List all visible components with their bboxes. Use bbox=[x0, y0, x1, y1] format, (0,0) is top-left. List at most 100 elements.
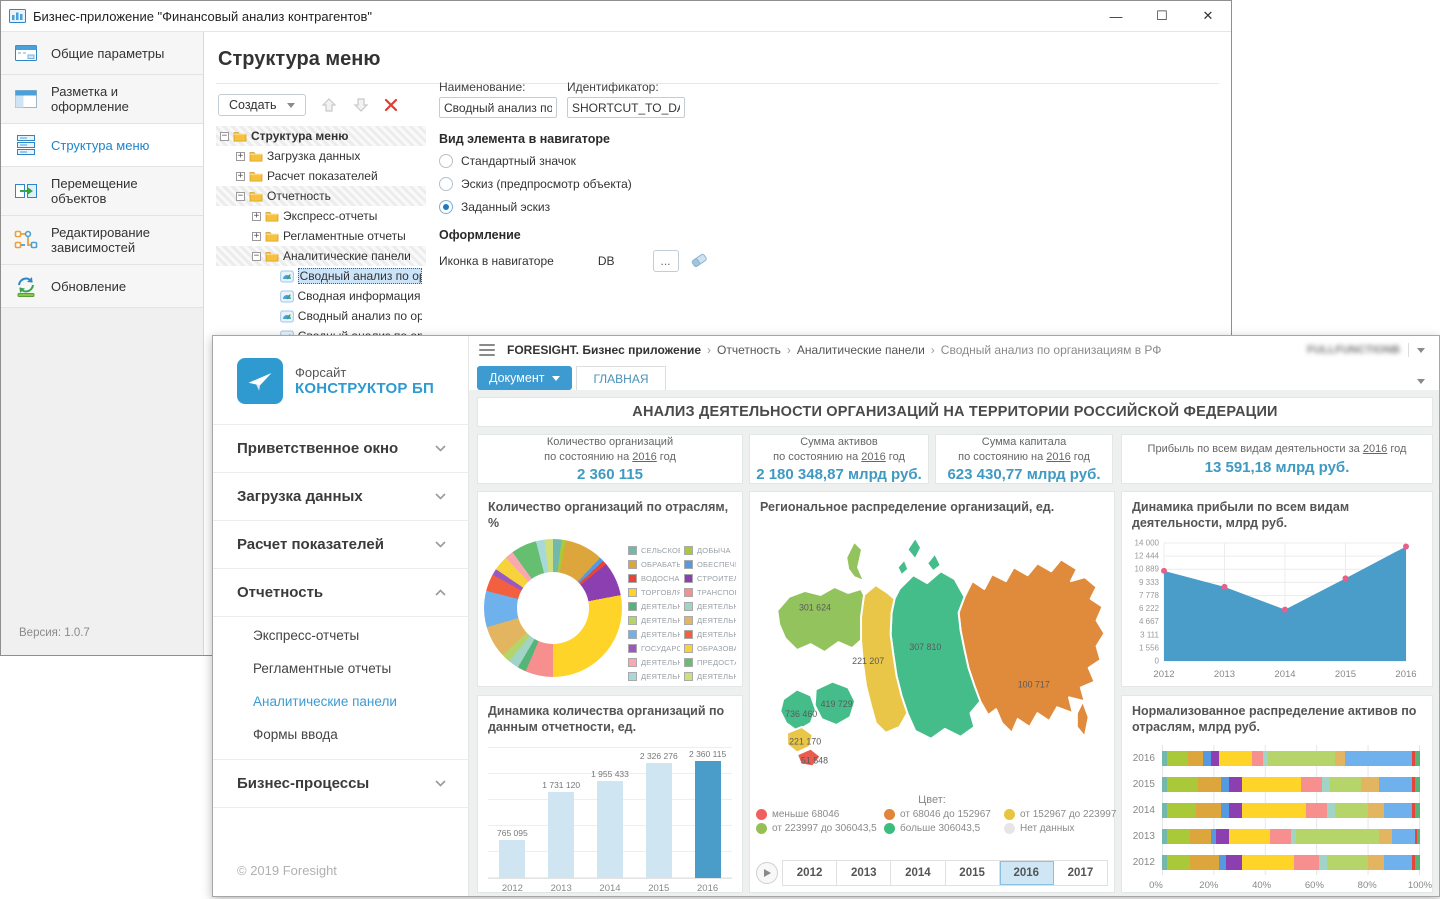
stacked-segment[interactable] bbox=[1190, 855, 1218, 870]
map-legend-item-2[interactable]: от 152967 до 223997 bbox=[1004, 809, 1108, 820]
stacked-segment[interactable] bbox=[1229, 803, 1242, 818]
sidebar-item-1[interactable]: Разметка и оформление bbox=[1, 75, 203, 124]
document-menu-button[interactable]: Документ bbox=[477, 366, 572, 390]
move-down-button[interactable] bbox=[352, 96, 370, 114]
map-island-1[interactable] bbox=[907, 537, 921, 559]
sidebar-item-5[interactable]: Обновление bbox=[1, 265, 203, 308]
tree-row-2[interactable]: +Расчет показателей bbox=[216, 166, 426, 186]
stacked-segment[interactable] bbox=[1417, 829, 1420, 844]
stacked-segment[interactable] bbox=[1322, 777, 1330, 792]
stacked-segment[interactable] bbox=[1216, 829, 1229, 844]
tree-row-0[interactable]: −Структура меню bbox=[216, 126, 426, 146]
stacked-segment[interactable] bbox=[1384, 855, 1412, 870]
stacked-segment[interactable] bbox=[1190, 829, 1211, 844]
user-name[interactable]: FULLFUNCTIONB bbox=[1307, 344, 1400, 356]
name-input[interactable] bbox=[439, 97, 557, 118]
nav-subitem-3[interactable]: Формы ввода bbox=[213, 718, 468, 751]
stacked-segment[interactable] bbox=[1306, 803, 1327, 818]
stacked-segment[interactable] bbox=[1188, 751, 1203, 766]
stacked-segment[interactable] bbox=[1211, 751, 1219, 766]
stacked-segment[interactable] bbox=[1327, 803, 1335, 818]
timeline-year-2016[interactable]: 2016 bbox=[1000, 861, 1054, 885]
expand-icon[interactable]: + bbox=[236, 152, 245, 161]
collapse-icon[interactable]: − bbox=[236, 192, 245, 201]
stacked-segment[interactable] bbox=[1368, 803, 1383, 818]
hamburger-menu-icon[interactable] bbox=[479, 344, 495, 356]
nav-group-3[interactable]: Отчетность bbox=[213, 569, 468, 617]
nav-group-0[interactable]: Приветственное окно bbox=[213, 425, 468, 473]
move-up-button[interactable] bbox=[320, 96, 338, 114]
identifier-input[interactable] bbox=[567, 97, 685, 118]
stacked-segment[interactable] bbox=[1415, 751, 1420, 766]
stacked-segment[interactable] bbox=[1345, 751, 1412, 766]
map-legend-item-0[interactable]: меньше 68046 bbox=[756, 809, 884, 820]
stacked-segment[interactable] bbox=[1415, 803, 1420, 818]
tree-row-3[interactable]: −Отчетность bbox=[216, 186, 426, 206]
expand-icon[interactable]: + bbox=[236, 172, 245, 181]
stacked-segment[interactable] bbox=[1368, 855, 1383, 870]
tab-glavnaya[interactable]: ГЛАВНАЯ bbox=[576, 366, 665, 390]
stacked-segment[interactable] bbox=[1221, 803, 1229, 818]
map-region-sakhalin[interactable] bbox=[1077, 701, 1089, 736]
tabs-overflow-chevron-icon[interactable] bbox=[1417, 379, 1425, 390]
collapse-icon[interactable]: − bbox=[220, 132, 229, 141]
data-point[interactable] bbox=[1403, 544, 1409, 550]
bar[interactable] bbox=[597, 781, 623, 878]
map-legend-item-4[interactable]: больше 306043,5 bbox=[884, 823, 1004, 834]
data-point[interactable] bbox=[1222, 584, 1228, 590]
browse-icon-button[interactable]: ... bbox=[653, 250, 679, 272]
tree-row-4[interactable]: +Экспресс-отчеты bbox=[216, 206, 426, 226]
stacked-segment[interactable] bbox=[1335, 803, 1369, 818]
create-button[interactable]: Создать bbox=[218, 94, 306, 116]
stacked-segment[interactable] bbox=[1167, 777, 1198, 792]
stacked-segment[interactable] bbox=[1167, 829, 1190, 844]
kpi-year-link[interactable]: 2016 bbox=[1363, 443, 1387, 455]
stacked-segment[interactable] bbox=[1242, 777, 1301, 792]
stacked-segment[interactable] bbox=[1219, 751, 1253, 766]
stacked-segment[interactable] bbox=[1384, 803, 1412, 818]
stacked-segment[interactable] bbox=[1229, 777, 1242, 792]
map-region-novaya-zemlya[interactable] bbox=[846, 541, 864, 580]
sidebar-item-2[interactable]: Структура меню bbox=[1, 124, 203, 167]
minimize-button[interactable]: — bbox=[1093, 1, 1139, 31]
stacked-segment[interactable] bbox=[1415, 777, 1420, 792]
play-button[interactable] bbox=[756, 862, 778, 884]
kpi-year-link[interactable]: 2016 bbox=[861, 451, 885, 463]
stacked-segment[interactable] bbox=[1219, 855, 1227, 870]
nav-subitem-2[interactable]: Аналитические панели bbox=[213, 685, 468, 718]
stacked-segment[interactable] bbox=[1242, 803, 1307, 818]
nav-subitem-0[interactable]: Экспресс-отчеты bbox=[213, 619, 468, 652]
stacked-segment[interactable] bbox=[1167, 855, 1190, 870]
bar[interactable] bbox=[695, 761, 721, 878]
nav-group-4[interactable]: Бизнес-процессы bbox=[213, 760, 468, 808]
bar[interactable] bbox=[499, 840, 525, 878]
stacked-segment[interactable] bbox=[1203, 751, 1211, 766]
nav-subitem-1[interactable]: Регламентные отчеты bbox=[213, 652, 468, 685]
bar[interactable] bbox=[548, 792, 574, 878]
stacked-segment[interactable] bbox=[1252, 751, 1262, 766]
tree-row-5[interactable]: +Регламентные отчеты bbox=[216, 226, 426, 246]
stacked-segment[interactable] bbox=[1221, 777, 1229, 792]
breadcrumb-item-2[interactable]: Аналитические панели bbox=[797, 343, 925, 357]
stacked-segment[interactable] bbox=[1268, 751, 1335, 766]
map-legend-item-1[interactable]: от 68046 до 152967 bbox=[884, 809, 1004, 820]
breadcrumb-item-3[interactable]: Сводный анализ по организациям в РФ bbox=[941, 343, 1162, 357]
kpi-year-link[interactable]: 2016 bbox=[632, 451, 656, 463]
stacked-segment[interactable] bbox=[1296, 829, 1379, 844]
stacked-segment[interactable] bbox=[1379, 777, 1413, 792]
breadcrumb-item-1[interactable]: Отчетность bbox=[717, 343, 781, 357]
map-island-3[interactable] bbox=[898, 559, 909, 575]
tree-row-9[interactable]: Сводный анализ по орган bbox=[216, 306, 426, 326]
stacked-segment[interactable] bbox=[1196, 803, 1222, 818]
data-point[interactable] bbox=[1161, 568, 1167, 574]
stacked-segment[interactable] bbox=[1270, 829, 1291, 844]
timeline-year-2013[interactable]: 2013 bbox=[837, 861, 891, 885]
data-point[interactable] bbox=[1343, 576, 1349, 582]
nav-group-1[interactable]: Загрузка данных bbox=[213, 473, 468, 521]
nav-group-2[interactable]: Расчет показателей bbox=[213, 521, 468, 569]
stacked-segment[interactable] bbox=[1226, 855, 1241, 870]
radio-icon[interactable] bbox=[439, 154, 453, 168]
close-button[interactable]: ✕ bbox=[1185, 1, 1231, 31]
stacked-segment[interactable] bbox=[1415, 855, 1420, 870]
clear-icon-button[interactable] bbox=[689, 252, 709, 271]
